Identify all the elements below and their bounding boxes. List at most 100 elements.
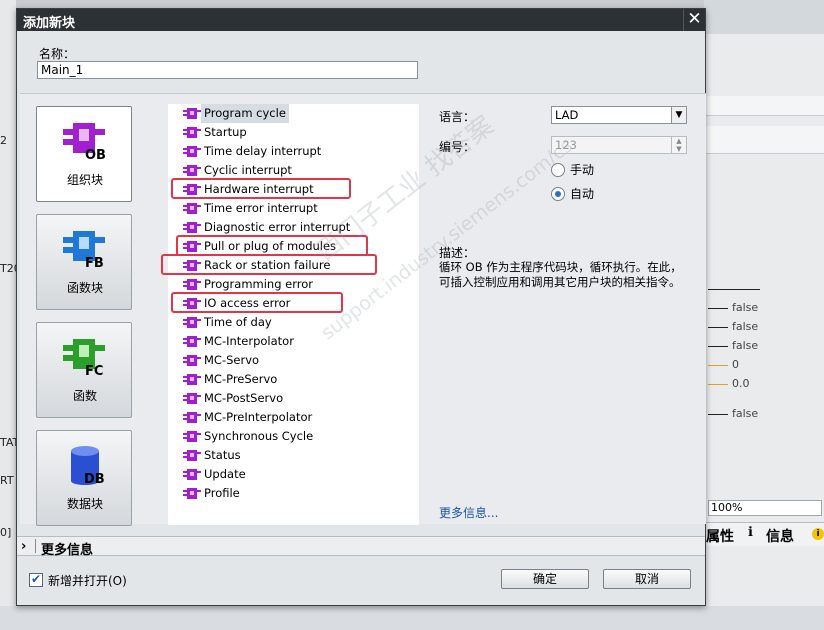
ob-type-item[interactable]: Program cycle	[168, 104, 419, 123]
block-type-label: 数据块	[66, 497, 103, 511]
chevron-right-icon[interactable]: ›	[21, 539, 26, 554]
ob-item-icon	[183, 203, 201, 214]
ob-item-icon	[183, 355, 201, 366]
number-spinner: 123 ▲ ▼	[551, 136, 687, 154]
ob-item-icon	[183, 317, 201, 328]
ob-item-icon	[183, 146, 201, 157]
radio-manual-icon	[551, 163, 565, 177]
svg-text:OB: OB	[85, 148, 106, 161]
block-name-input[interactable]: Main_1	[37, 61, 418, 79]
ob-item-label: Time of day	[204, 315, 272, 329]
block-type-ob-button[interactable]: OB 组织块	[36, 106, 132, 202]
signal-value: false	[708, 320, 758, 333]
background-right-panel: false false false 0 0.0 false 100% 属性 ℹ …	[704, 0, 824, 630]
signal-value: false	[708, 407, 758, 420]
fb-block-icon: FB	[63, 231, 105, 269]
fc-block-icon: FC	[63, 339, 105, 377]
ob-type-item[interactable]: MC-Interpolator	[168, 332, 419, 351]
ob-type-list: Program cycle Startup Time delay interrupt…	[161, 104, 419, 525]
background-bottom-bar	[0, 606, 824, 630]
ob-type-item[interactable]: MC-PreServo	[168, 370, 419, 389]
ob-item-icon	[183, 412, 201, 423]
description-text: 循环 OB 作为主程序代码块，循环执行。在此，可插入控制应用和调用其它用户块的相…	[439, 260, 682, 289]
ob-type-item[interactable]: MC-PostServo	[168, 389, 419, 408]
block-type-db-button[interactable]: DB 数据块	[36, 430, 132, 526]
ob-block-icon: OB	[63, 123, 106, 161]
cancel-button[interactable]: 取消	[603, 569, 691, 589]
ob-item-label: MC-PreServo	[204, 372, 278, 386]
ob-item-label: Time error interrupt	[204, 201, 318, 215]
language-label: 语言：	[439, 110, 476, 124]
tab-info[interactable]: 信息	[766, 526, 794, 546]
ob-item-icon	[183, 450, 201, 461]
ob-item-label: Time delay interrupt	[204, 144, 322, 158]
signal-value: 0.0	[708, 377, 750, 390]
more-info-bar[interactable]: › 更多信息	[17, 536, 705, 558]
add-and-open-label: 新增并打开(O)	[48, 574, 127, 588]
ob-item-label: MC-Servo	[204, 353, 260, 367]
more-info-link[interactable]: 更多信息...	[439, 504, 498, 521]
properties-pane: 语言： LAD ▼ 编号： 123 ▲ ▼ 手动 自动 描述： 循环 OB 作为主…	[425, 93, 706, 524]
radio-auto-label: 自动	[570, 187, 595, 201]
highlight-box	[171, 292, 343, 313]
ob-item-icon	[183, 393, 201, 404]
ob-type-item[interactable]: Startup	[168, 123, 419, 142]
ob-item-label: Update	[204, 467, 246, 481]
zoom-field[interactable]: 100%	[708, 500, 822, 516]
ob-type-item[interactable]: MC-PreInterpolator	[168, 408, 419, 427]
ob-type-item[interactable]: Synchronous Cycle	[168, 427, 419, 446]
more-info-bar-label: 更多信息	[41, 543, 94, 558]
ob-item-icon	[183, 165, 201, 176]
bg-fragment: 0]	[0, 526, 12, 539]
db-block-icon: DB	[71, 446, 105, 485]
block-type-fc-button[interactable]: FC 函数	[36, 322, 132, 418]
ob-type-item[interactable]: Update	[168, 465, 419, 484]
ob-item-icon	[183, 469, 201, 480]
ob-item-label: Startup	[204, 125, 247, 139]
close-icon[interactable]: ✕	[683, 9, 705, 31]
block-type-fb-button[interactable]: FB 函数块	[36, 214, 132, 310]
radio-auto-icon	[551, 187, 565, 201]
svg-text:DB: DB	[84, 472, 105, 485]
description-label: 描述：	[439, 246, 476, 260]
ob-type-item[interactable]: MC-Servo	[168, 351, 419, 370]
add-and-open-checkbox[interactable]	[29, 572, 43, 587]
ob-item-icon	[183, 222, 201, 233]
dialog-titlebar: 添加新块 ✕	[17, 9, 705, 31]
tab-properties[interactable]: 属性	[706, 526, 734, 546]
block-type-pane: OB 组织块 FB 函数块 FC 函数 DB 数据块	[20, 93, 150, 526]
background-left-panel: 2 T20 TAT RT 0]	[0, 0, 21, 630]
ob-item-icon	[183, 374, 201, 385]
inspector-tabs: 属性 ℹ 信息 i	[704, 522, 824, 546]
language-select[interactable]: LAD ▼	[551, 106, 687, 124]
dialog-footer: 新增并打开(O) 确定 取消	[17, 557, 705, 605]
dropdown-arrow-icon[interactable]: ▼	[671, 107, 686, 123]
ob-item-label: Synchronous Cycle	[204, 429, 314, 443]
radio-manual-label: 手动	[570, 163, 595, 177]
ob-item-icon	[183, 127, 201, 138]
signal-value: false	[708, 301, 758, 314]
ob-item-icon	[183, 108, 201, 119]
ob-type-item[interactable]: Time of day	[168, 313, 419, 332]
highlight-box	[176, 235, 368, 256]
dialog-title: 添加新块	[23, 16, 76, 31]
ob-type-item[interactable]: Profile	[168, 484, 419, 503]
ob-type-item[interactable]: Status	[168, 446, 419, 465]
ob-item-label: Program cycle	[201, 104, 289, 123]
info-icon: ℹ	[748, 525, 753, 540]
ok-button[interactable]: 确定	[501, 569, 589, 589]
highlight-box	[161, 254, 377, 275]
spinner-arrows-icon: ▲ ▼	[671, 137, 686, 153]
signal-value: false	[708, 339, 758, 352]
svg-text:FB: FB	[85, 256, 104, 269]
ob-item-icon	[183, 488, 201, 499]
info-badge-icon: i	[812, 528, 824, 540]
ob-item-label: MC-PostServo	[204, 391, 284, 405]
svg-text:FC: FC	[85, 364, 103, 377]
highlight-box	[171, 178, 351, 199]
add-new-block-dialog: 添加新块 ✕ 名称： Main_1 OB 组织块 FB 函数块 FC 函数 DB…	[16, 8, 706, 606]
ob-item-label: Profile	[204, 486, 240, 500]
signal-value: 0	[708, 358, 739, 371]
ob-type-item[interactable]: Time error interrupt	[168, 199, 419, 218]
ob-type-item[interactable]: Time delay interrupt	[168, 142, 419, 161]
